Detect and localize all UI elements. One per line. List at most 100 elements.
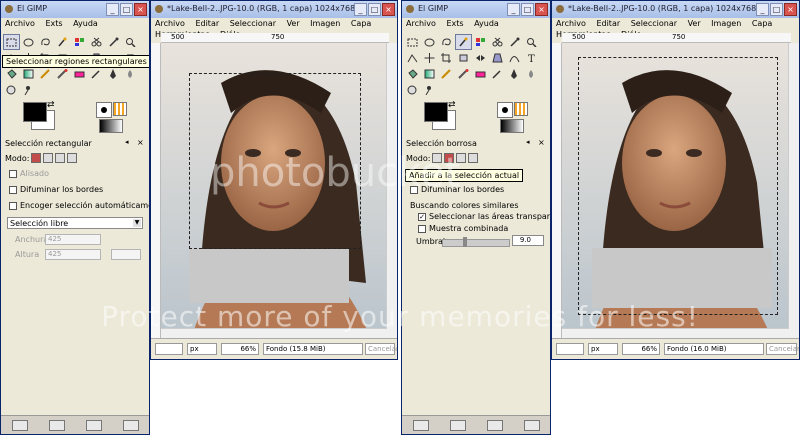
dodge-burn-tool[interactable] bbox=[421, 82, 438, 98]
menu-exts[interactable]: Exts bbox=[442, 18, 467, 29]
mode-intersect-button[interactable] bbox=[468, 153, 479, 163]
menu-archivo[interactable]: Archivo bbox=[1, 18, 39, 29]
zoom-combo[interactable]: 66% bbox=[622, 343, 660, 355]
save-options-button[interactable] bbox=[11, 419, 28, 431]
paintbrush-tool[interactable] bbox=[54, 66, 71, 82]
foreground-color-swatch[interactable] bbox=[424, 102, 448, 122]
swap-colors-icon[interactable]: ⇄ bbox=[448, 100, 456, 110]
dodge-burn-tool[interactable] bbox=[20, 82, 37, 98]
rect-select-tool[interactable] bbox=[3, 34, 20, 50]
delete-options-button[interactable] bbox=[486, 419, 503, 431]
brush-preview[interactable] bbox=[497, 102, 513, 118]
vertical-scrollbar[interactable] bbox=[788, 43, 799, 339]
unit-field[interactable] bbox=[111, 249, 141, 260]
menu-editar[interactable]: Editar bbox=[191, 18, 223, 29]
minimize-button[interactable]: _ bbox=[106, 3, 119, 16]
toolbox-titlebar[interactable]: El GIMP _ □ × bbox=[402, 1, 550, 19]
image-canvas[interactable] bbox=[562, 43, 789, 339]
close-button[interactable]: × bbox=[784, 3, 797, 16]
unit-combo[interactable]: px bbox=[588, 343, 618, 355]
ink-tool[interactable] bbox=[506, 66, 523, 82]
menu-seleccionar[interactable]: Seleccionar bbox=[627, 18, 681, 29]
reset-options-button[interactable] bbox=[122, 419, 139, 431]
rect-select-tool[interactable] bbox=[404, 34, 421, 50]
pattern-preview[interactable] bbox=[113, 102, 127, 116]
minimize-button[interactable]: _ bbox=[756, 3, 769, 16]
zoom-tool[interactable] bbox=[523, 34, 540, 50]
lasso-tool[interactable] bbox=[37, 34, 54, 50]
blend-tool[interactable] bbox=[20, 66, 37, 82]
restore-options-button[interactable] bbox=[449, 419, 466, 431]
vertical-ruler[interactable] bbox=[552, 43, 562, 339]
paintbrush-tool[interactable] bbox=[455, 66, 472, 82]
toolbox-titlebar[interactable]: El GIMP _ □ × bbox=[1, 1, 149, 19]
pencil-tool[interactable] bbox=[438, 66, 455, 82]
color-select-tool[interactable] bbox=[472, 34, 489, 50]
autoshrink-option[interactable]: Encoger selección automáticamente bbox=[9, 201, 149, 210]
maximize-button[interactable]: □ bbox=[770, 3, 783, 16]
save-options-button[interactable] bbox=[412, 419, 429, 431]
menu-archivo[interactable]: Archivo bbox=[151, 18, 189, 29]
text-tool[interactable]: T bbox=[523, 50, 540, 66]
pattern-preview[interactable] bbox=[514, 102, 528, 116]
threshold-slider[interactable] bbox=[442, 237, 510, 247]
restore-options-button[interactable] bbox=[48, 419, 65, 431]
panel-close-icon[interactable]: × bbox=[538, 138, 545, 147]
menu-ver[interactable]: Ver bbox=[283, 18, 304, 29]
height-field[interactable]: 425 bbox=[45, 249, 101, 260]
blend-tool[interactable] bbox=[421, 66, 438, 82]
maximize-button[interactable]: □ bbox=[368, 3, 381, 16]
maximize-button[interactable]: □ bbox=[521, 3, 534, 16]
menu-imagen[interactable]: Imagen bbox=[306, 18, 344, 29]
feather-option[interactable]: Difuminar los bordes bbox=[9, 185, 103, 194]
menu-exts[interactable]: Exts bbox=[41, 18, 66, 29]
transparent-areas-checkbox[interactable]: ✓ bbox=[418, 212, 426, 221]
reset-options-button[interactable] bbox=[523, 419, 540, 431]
crop-tool[interactable] bbox=[438, 50, 455, 66]
fuzzy-select-tool[interactable] bbox=[54, 34, 71, 50]
mode-add-button[interactable] bbox=[43, 153, 54, 163]
menu-capa[interactable]: Capa bbox=[347, 18, 375, 29]
delete-options-button[interactable] bbox=[85, 419, 102, 431]
close-button[interactable]: × bbox=[535, 3, 548, 16]
menu-ayuda[interactable]: Ayuda bbox=[69, 18, 102, 29]
slider-handle[interactable] bbox=[463, 237, 467, 247]
bucket-fill-tool[interactable] bbox=[404, 66, 421, 82]
color-picker-tool[interactable] bbox=[105, 34, 122, 50]
minimize-button[interactable]: _ bbox=[507, 3, 520, 16]
color-select-tool[interactable] bbox=[71, 34, 88, 50]
mode-intersect-button[interactable] bbox=[67, 153, 78, 163]
menu-ayuda[interactable]: Ayuda bbox=[470, 18, 503, 29]
smudge-tool[interactable] bbox=[122, 66, 139, 82]
path-tool[interactable] bbox=[506, 50, 523, 66]
eraser-tool[interactable] bbox=[71, 66, 88, 82]
bucket-fill-tool[interactable] bbox=[3, 66, 20, 82]
unit-combo[interactable]: px bbox=[187, 343, 217, 355]
close-button[interactable]: × bbox=[134, 3, 147, 16]
close-button[interactable]: × bbox=[382, 3, 395, 16]
gradient-preview[interactable] bbox=[99, 119, 123, 133]
menu-editar[interactable]: Editar bbox=[592, 18, 624, 29]
feather-checkbox[interactable] bbox=[9, 185, 17, 194]
width-field[interactable]: 425 bbox=[45, 234, 101, 245]
ellipse-select-tool[interactable] bbox=[421, 34, 438, 50]
measure-tool[interactable] bbox=[404, 50, 421, 66]
horizontal-ruler[interactable]: 500 750 bbox=[161, 33, 389, 43]
ellipse-select-tool[interactable] bbox=[20, 34, 37, 50]
maximize-button[interactable]: □ bbox=[120, 3, 133, 16]
mode-subtract-button[interactable] bbox=[55, 153, 66, 163]
ink-tool[interactable] bbox=[105, 66, 122, 82]
menu-archivo[interactable]: Archivo bbox=[552, 18, 590, 29]
brush-preview[interactable] bbox=[96, 102, 112, 118]
menu-capa[interactable]: Capa bbox=[748, 18, 776, 29]
menu-imagen[interactable]: Imagen bbox=[707, 18, 745, 29]
color-picker-tool[interactable] bbox=[506, 34, 523, 50]
scissors-tool[interactable] bbox=[88, 34, 105, 50]
selection-mode-combo[interactable]: Selección libre ▼ bbox=[7, 217, 143, 229]
panel-close-icon[interactable]: × bbox=[137, 138, 144, 147]
antialias-checkbox[interactable] bbox=[9, 169, 17, 178]
vertical-ruler[interactable] bbox=[151, 43, 161, 339]
minimize-button[interactable]: _ bbox=[354, 3, 367, 16]
threshold-spinner[interactable]: 9.0 bbox=[512, 235, 544, 246]
cancel-button[interactable]: Cancelar bbox=[365, 343, 397, 355]
